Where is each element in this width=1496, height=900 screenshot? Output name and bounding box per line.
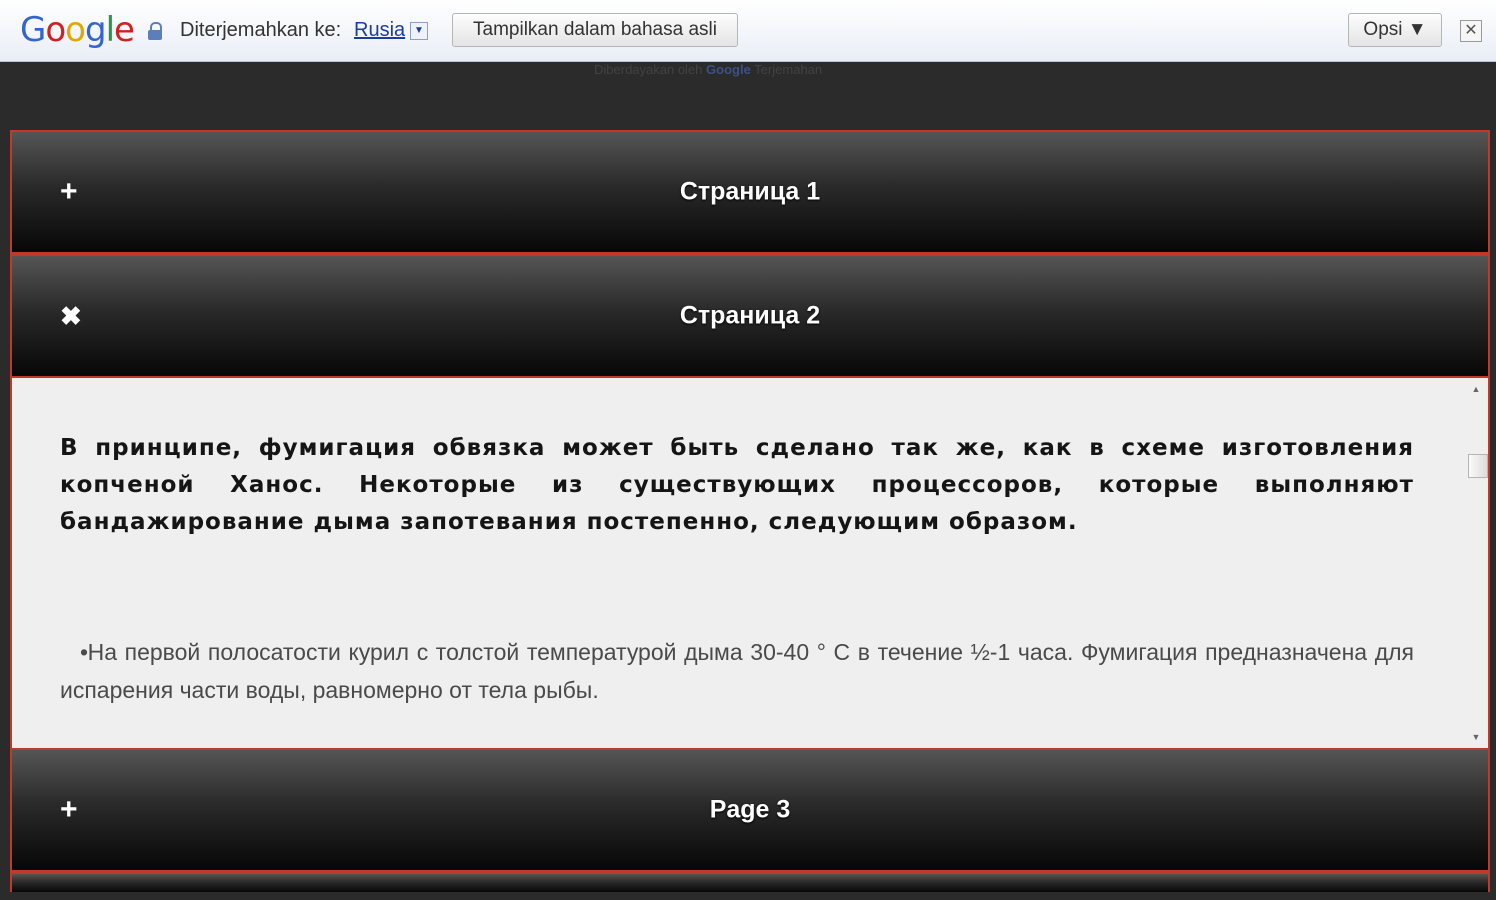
bullet-dot-icon: • [80,639,89,665]
accordion: + Страница 1 ✖ Страница 2 В принципе, фу… [10,130,1490,892]
accordion-title: Страница 1 [679,177,821,206]
scroll-down-arrow-icon[interactable]: ▼ [1466,730,1486,744]
powered-prefix: Diberdayakan oleh [594,62,703,77]
lead-paragraph: В принципе, фумигация обвязка может быть… [60,435,1414,535]
powered-by-google: Diberdayakan oleh Google Terjemahan [594,62,822,78]
bullet-item: • На первой полосатости курил с толстой … [60,633,1414,709]
translated-to-label: Diterjemahkan ke: [180,19,342,41]
accordion-title: Страница 2 [679,301,821,330]
bullet-text: На первой полосатости курил с толстой те… [60,639,1415,703]
lock-icon [148,22,162,40]
accordion-content-page-2: В принципе, фумигация обвязка может быть… [10,378,1490,748]
powered-suffix: Terjemahan [754,62,823,77]
scroll-thumb[interactable] [1468,454,1488,478]
options-button[interactable]: Opsi ▼ [1348,13,1442,47]
language-dropdown-icon[interactable]: ▼ [410,22,428,40]
accordion-header-page-1[interactable]: + Страница 1 [10,130,1490,254]
powered-brand: Google [706,62,751,77]
accordion-title: Page 3 [709,795,791,824]
accordion-header-next[interactable] [10,872,1490,892]
show-original-button[interactable]: Tampilkan dalam bahasa asli [452,13,738,47]
google-translate-bar: Google Diterjemahkan ke: Rusia ▼ Tampilk… [0,0,1496,62]
accordion-header-page-3[interactable]: + Page 3 [10,748,1490,872]
target-language-link[interactable]: Rusia [354,19,405,42]
scroll-up-arrow-icon[interactable]: ▲ [1466,382,1486,396]
accordion-header-page-2[interactable]: ✖ Страница 2 [10,254,1490,378]
content-scrollbar[interactable]: ▲ ▼ [1466,382,1488,744]
google-logo: Google [20,10,135,50]
close-icon[interactable]: ✕ [1460,20,1482,42]
